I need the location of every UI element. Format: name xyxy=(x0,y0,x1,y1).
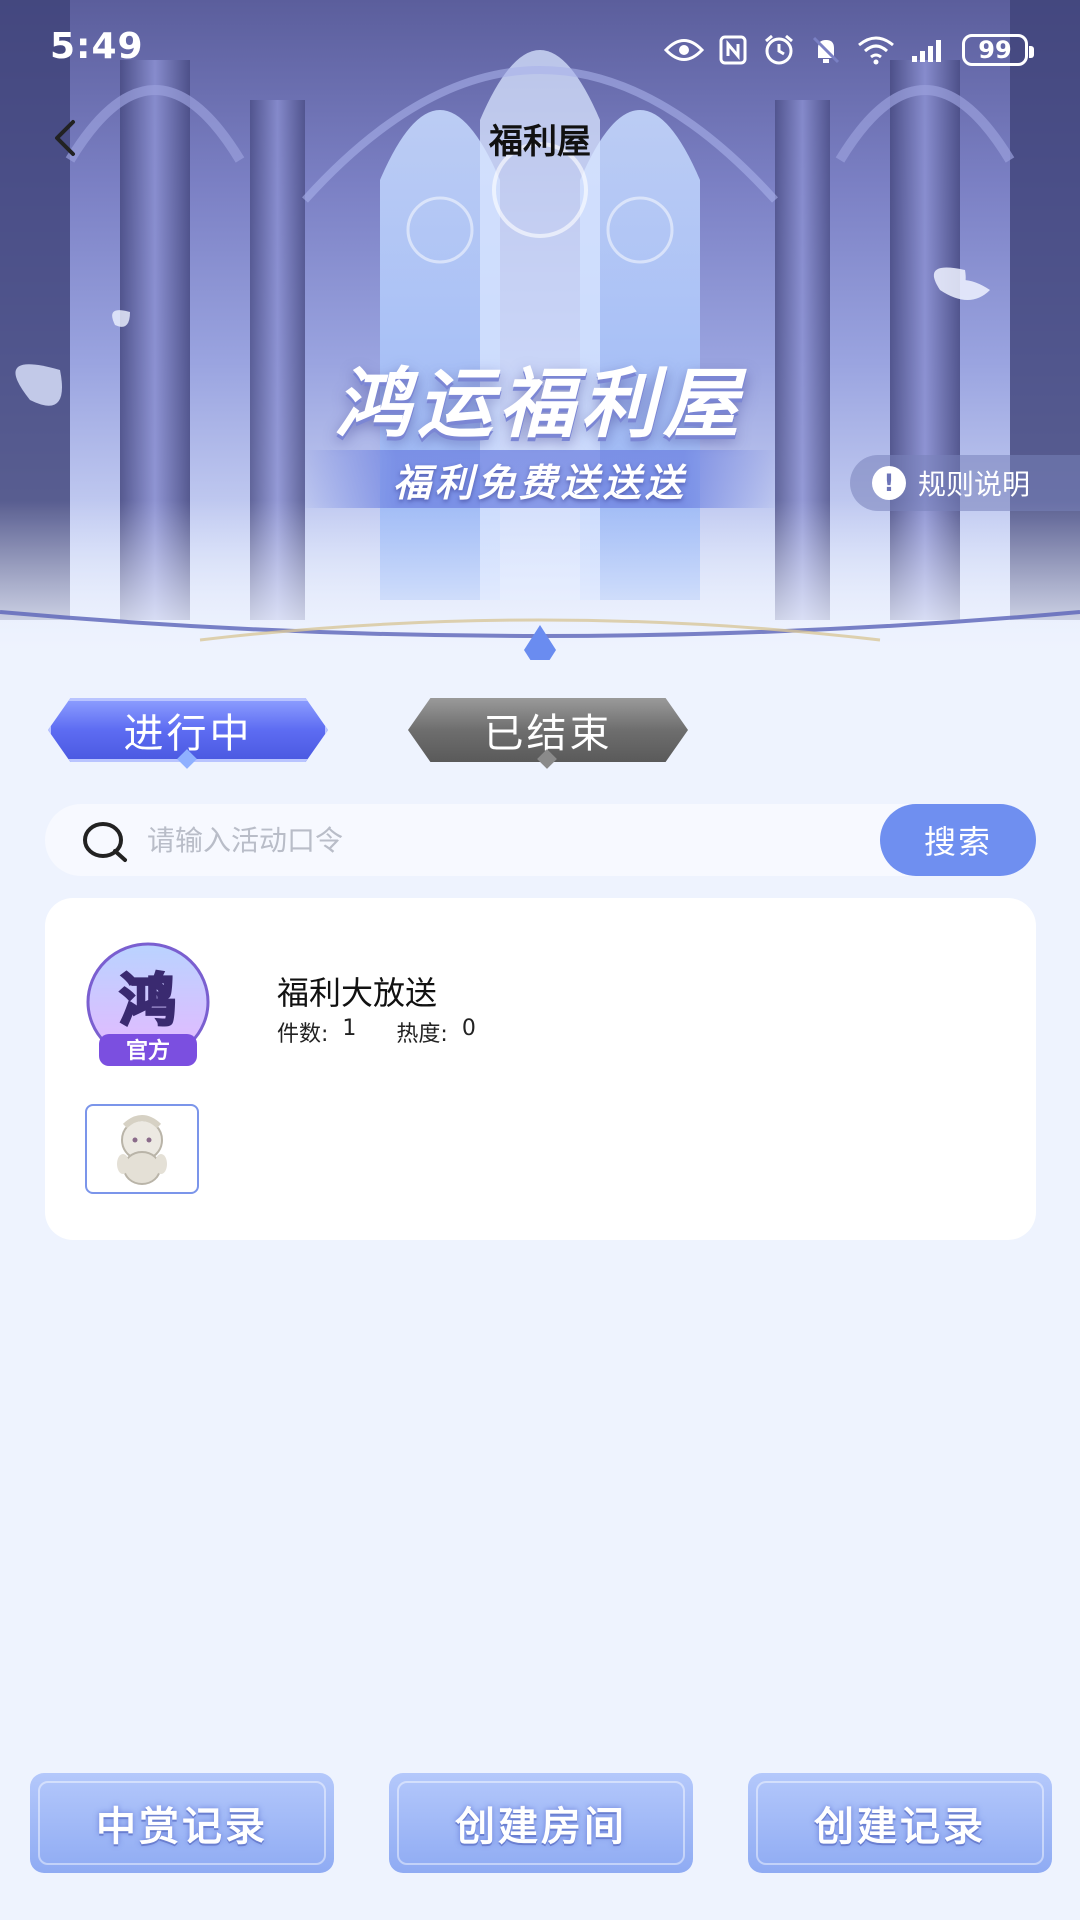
search-button[interactable]: 搜索 xyxy=(880,804,1036,876)
status-bar: 5:49 99 xyxy=(0,0,1080,100)
activity-meta: 件数: 1 热度: 0 xyxy=(277,1016,476,1048)
status-icons: 99 xyxy=(664,30,1034,70)
activity-card[interactable]: 鸿 官方 福利大放送 件数: 1 热度: 0 xyxy=(45,898,1036,1240)
count-value: 1 xyxy=(342,1016,357,1041)
banner-subtitle-ribbon: 福利免费送送送 xyxy=(300,450,780,508)
create-room-label: 创建房间 xyxy=(455,1804,627,1850)
search-bar: 搜索 xyxy=(45,804,1036,876)
banner-title: 鸿运福利屋 xyxy=(335,359,745,448)
rules-label: 规则说明 xyxy=(918,468,1031,501)
create-room-button[interactable]: 创建房间 xyxy=(389,1773,693,1873)
search-input[interactable] xyxy=(147,814,907,866)
prize-records-label: 中赏记录 xyxy=(96,1804,268,1850)
page-title: 福利屋 xyxy=(489,122,591,162)
alarm-icon xyxy=(762,33,796,67)
search-icon xyxy=(83,822,127,862)
wifi-icon xyxy=(856,35,896,65)
hero-banner: 5:49 99 福利屋 鸿运福利屋 福利免费送送送 ! 规则说明 xyxy=(0,0,1080,660)
eye-icon xyxy=(664,37,704,63)
avatar-badge: 官方 xyxy=(126,1038,170,1064)
prize-records-button[interactable]: 中赏记录 xyxy=(30,1773,334,1873)
nfc-icon xyxy=(718,34,748,66)
banner-subtitle: 福利免费送送送 xyxy=(392,460,687,505)
rules-button[interactable]: ! 规则说明 xyxy=(850,455,1080,511)
mute-icon xyxy=(810,34,842,66)
count-label: 件数: xyxy=(277,1022,329,1047)
heat-label: 热度: xyxy=(396,1022,448,1047)
prize-thumbnail[interactable] xyxy=(85,1104,199,1194)
status-time: 5:49 xyxy=(50,26,144,67)
avatar-official-logo: 鸿 官方 xyxy=(86,942,210,1066)
activity-title: 福利大放送 xyxy=(277,974,438,1012)
create-records-button[interactable]: 创建记录 xyxy=(748,1773,1052,1873)
plush-doll-image xyxy=(117,1115,167,1185)
exclamation-icon: ! xyxy=(872,466,906,500)
avatar-text: 鸿 xyxy=(120,969,176,1034)
battery-indicator: 99 xyxy=(962,34,1034,66)
create-records-label: 创建记录 xyxy=(814,1804,986,1850)
heat-value: 0 xyxy=(461,1016,476,1041)
signal-icon xyxy=(910,36,948,64)
